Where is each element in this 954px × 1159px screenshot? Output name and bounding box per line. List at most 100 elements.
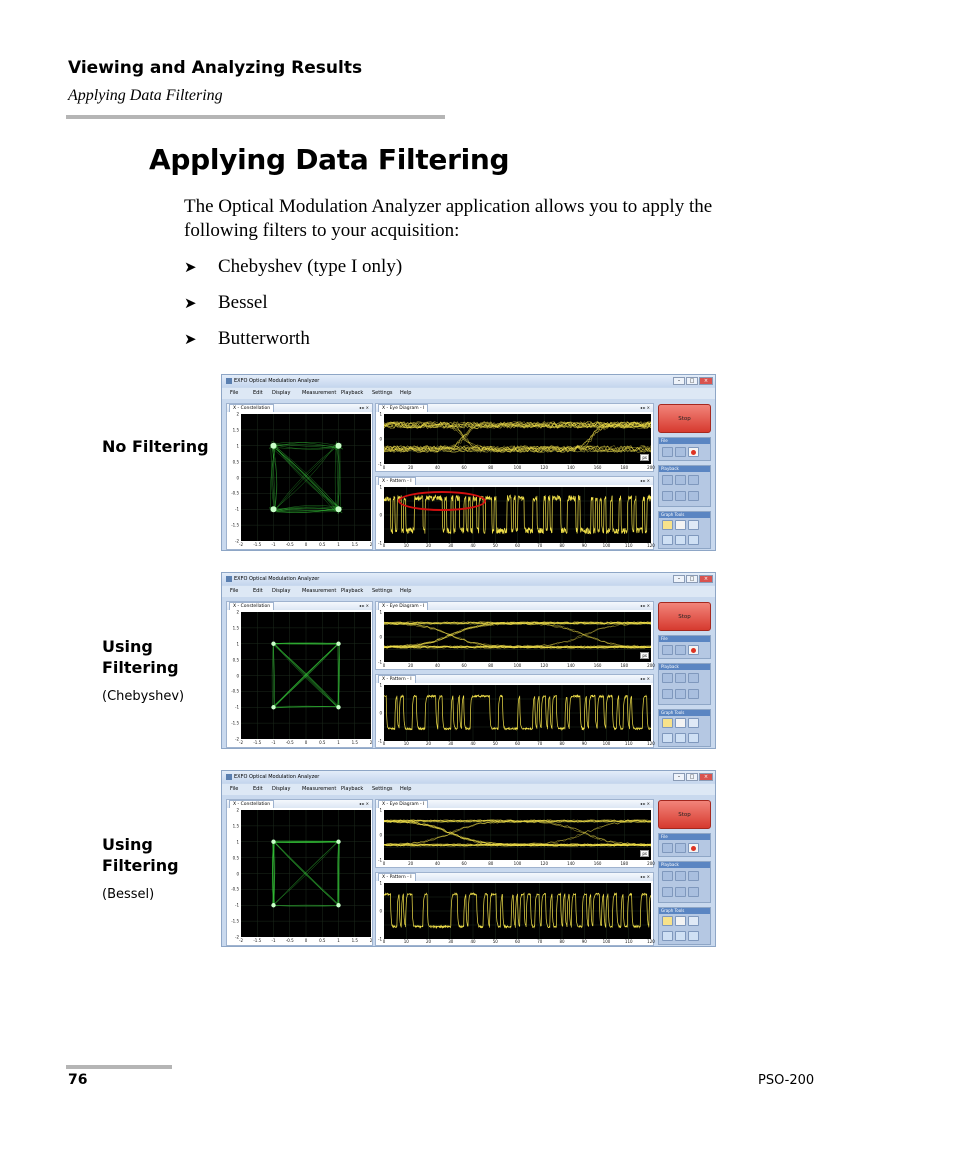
- zoom-out-icon[interactable]: [675, 535, 686, 545]
- tick-label: -1.5: [231, 720, 239, 726]
- zoom-fit-icon[interactable]: [688, 535, 699, 545]
- tab-pattern[interactable]: X - Pattern - I: [378, 675, 416, 683]
- tab-eye-diagram[interactable]: X - Eye Diagram - I: [378, 800, 429, 808]
- playback-icon[interactable]: [675, 871, 686, 881]
- menu-playback[interactable]: Playback: [341, 586, 363, 597]
- record-icon[interactable]: [688, 843, 699, 853]
- menu-edit[interactable]: Edit: [253, 586, 263, 597]
- playback-icon[interactable]: [688, 689, 699, 699]
- pane-controls-icon[interactable]: ◂ ▸ ×: [359, 602, 369, 610]
- playback-icon[interactable]: [662, 887, 673, 897]
- pan-hand-icon[interactable]: [675, 916, 686, 926]
- document-id: PSO-200: [758, 1073, 815, 1088]
- zoom-fit-icon[interactable]: [688, 931, 699, 941]
- cursor-tool-icon[interactable]: [662, 916, 673, 926]
- minimize-icon[interactable]: –: [673, 377, 685, 385]
- playback-icon[interactable]: [688, 475, 699, 485]
- close-icon[interactable]: ×: [699, 773, 713, 781]
- stop-button[interactable]: Stop: [658, 800, 711, 829]
- close-icon[interactable]: ×: [699, 575, 713, 583]
- playback-icon[interactable]: [688, 491, 699, 501]
- zoom-out-icon[interactable]: [675, 931, 686, 941]
- cursor-tool-icon[interactable]: [662, 718, 673, 728]
- playback-icon[interactable]: [675, 673, 686, 683]
- playback-icon[interactable]: [662, 689, 673, 699]
- save-file-icon[interactable]: [675, 447, 686, 457]
- maximize-icon[interactable]: □: [686, 575, 698, 583]
- zoom-box-icon[interactable]: [688, 718, 699, 728]
- pan-hand-icon[interactable]: [675, 520, 686, 530]
- menu-file[interactable]: File: [230, 388, 238, 399]
- menu-measurement[interactable]: Measurement: [302, 784, 336, 795]
- pan-hand-icon[interactable]: [675, 718, 686, 728]
- menu-playback[interactable]: Playback: [341, 388, 363, 399]
- menu-playback[interactable]: Playback: [341, 784, 363, 795]
- maximize-icon[interactable]: □: [686, 377, 698, 385]
- menu-display[interactable]: Display: [272, 388, 290, 399]
- save-file-icon[interactable]: [675, 843, 686, 853]
- menu-file[interactable]: File: [230, 586, 238, 597]
- record-icon[interactable]: [688, 645, 699, 655]
- playback-icon[interactable]: [688, 871, 699, 881]
- menu-measurement[interactable]: Measurement: [302, 586, 336, 597]
- minimize-icon[interactable]: –: [673, 575, 685, 583]
- eye-y-axis: 1 0 -1: [377, 609, 383, 665]
- playback-icon[interactable]: [675, 689, 686, 699]
- playback-icon[interactable]: [675, 475, 686, 485]
- tab-pattern[interactable]: X - Pattern - I: [378, 477, 416, 485]
- menu-display[interactable]: Display: [272, 586, 290, 597]
- zoom-box-icon[interactable]: [688, 916, 699, 926]
- record-icon[interactable]: [688, 447, 699, 457]
- menu-settings[interactable]: Settings: [372, 784, 393, 795]
- menu-file[interactable]: File: [230, 784, 238, 795]
- cursor-tool-icon[interactable]: [662, 520, 673, 530]
- playback-icon[interactable]: [675, 887, 686, 897]
- menu-help[interactable]: Help: [400, 388, 411, 399]
- tab-pattern[interactable]: X - Pattern - I: [378, 873, 416, 881]
- menu-settings[interactable]: Settings: [372, 388, 393, 399]
- zoom-box-icon[interactable]: [688, 520, 699, 530]
- playback-icon[interactable]: [662, 871, 673, 881]
- save-file-icon[interactable]: [675, 645, 686, 655]
- zoom-in-icon[interactable]: [662, 733, 673, 743]
- minimize-icon[interactable]: –: [673, 773, 685, 781]
- tab-eye-diagram[interactable]: X - Eye Diagram - I: [378, 602, 429, 610]
- close-icon[interactable]: ×: [699, 377, 713, 385]
- maximize-icon[interactable]: □: [686, 773, 698, 781]
- stop-button[interactable]: Stop: [658, 602, 711, 631]
- zoom-out-icon[interactable]: [675, 733, 686, 743]
- zoom-in-icon[interactable]: [662, 535, 673, 545]
- pane-controls-icon[interactable]: ◂ ▸ ×: [359, 800, 369, 808]
- tick-label: 1: [379, 682, 382, 688]
- pane-controls-icon[interactable]: ◂ ▸ ×: [640, 800, 650, 808]
- pane-controls-icon[interactable]: ◂ ▸ ×: [640, 602, 650, 610]
- pane-controls-icon[interactable]: ◂ ▸ ×: [640, 404, 650, 412]
- playback-icon[interactable]: [688, 673, 699, 683]
- tab-eye-diagram[interactable]: X - Eye Diagram - I: [378, 404, 429, 412]
- playback-icon[interactable]: [662, 491, 673, 501]
- playback-icon[interactable]: [675, 491, 686, 501]
- open-file-icon[interactable]: [662, 843, 673, 853]
- zoom-fit-icon[interactable]: [688, 733, 699, 743]
- menu-measurement[interactable]: Measurement: [302, 388, 336, 399]
- pane-controls-icon[interactable]: ◂ ▸ ×: [640, 675, 650, 683]
- pane-controls-icon[interactable]: ◂ ▸ ×: [640, 477, 650, 485]
- menu-settings[interactable]: Settings: [372, 586, 393, 597]
- pane-controls-icon[interactable]: ◂ ▸ ×: [359, 404, 369, 412]
- tick-label: 1: [379, 609, 382, 615]
- menu-help[interactable]: Help: [400, 586, 411, 597]
- playback-icon[interactable]: [688, 887, 699, 897]
- menu-edit[interactable]: Edit: [253, 388, 263, 399]
- menu-display[interactable]: Display: [272, 784, 290, 795]
- zoom-in-icon[interactable]: [662, 931, 673, 941]
- menu-help[interactable]: Help: [400, 784, 411, 795]
- stop-button[interactable]: Stop: [658, 404, 711, 433]
- menu-edit[interactable]: Edit: [253, 784, 263, 795]
- open-file-icon[interactable]: [662, 645, 673, 655]
- playback-icon[interactable]: [662, 475, 673, 485]
- eye-diagram-plot: [384, 612, 651, 662]
- window-titlebar: EXFO Optical Modulation Analyzer – □ ×: [222, 375, 715, 387]
- open-file-icon[interactable]: [662, 447, 673, 457]
- pane-controls-icon[interactable]: ◂ ▸ ×: [640, 873, 650, 881]
- playback-icon[interactable]: [662, 673, 673, 683]
